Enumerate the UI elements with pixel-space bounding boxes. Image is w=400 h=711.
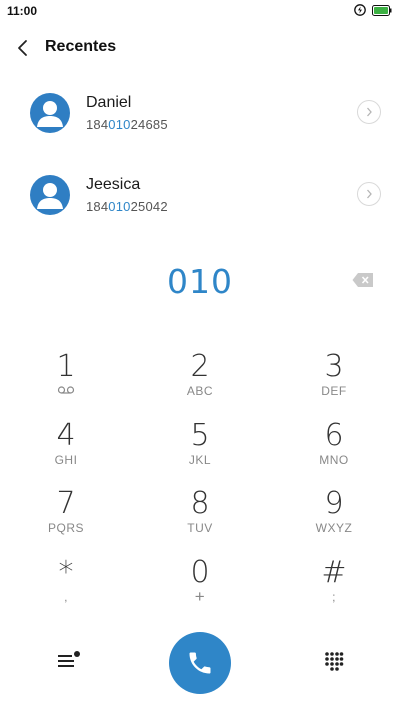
header: Recentes [0, 30, 400, 66]
number-match-highlight: 010 [108, 117, 131, 132]
voicemail-label [21, 384, 111, 398]
key-digit: 5 [190, 418, 210, 453]
phone-icon [189, 652, 211, 674]
key-letters: DEF [321, 384, 347, 398]
avatar [30, 175, 70, 215]
back-button[interactable] [12, 37, 34, 59]
key-letters: GHI [54, 453, 78, 467]
key-digit: 8 [190, 486, 210, 521]
key-star[interactable]: * , [21, 556, 111, 616]
dialpad-toggle-button[interactable] [324, 651, 344, 671]
contact-row-jeesica[interactable]: Jeesica 18401025042 [0, 175, 400, 235]
key-2[interactable]: 2 ABC [155, 350, 245, 410]
call-button[interactable] [169, 632, 231, 694]
key-letters: ABC [186, 384, 214, 398]
dialed-number: 010 [167, 262, 233, 301]
key-letters: , [64, 590, 68, 604]
key-1[interactable]: 1 [21, 350, 111, 410]
status-bar: 11:00 [0, 0, 400, 22]
voicemail-icon [57, 386, 75, 394]
backspace-icon [352, 273, 373, 287]
avatar [30, 93, 70, 133]
key-6[interactable]: 6 MNO [289, 419, 379, 479]
key-letters: MNO [319, 453, 349, 467]
key-letters: JKL [188, 453, 212, 467]
chevron-right-icon [367, 189, 372, 199]
key-9[interactable]: 9 WXYZ [289, 487, 379, 547]
battery-icon [372, 4, 392, 16]
key-digit: 7 [56, 486, 76, 521]
key-digit: 6 [324, 418, 344, 453]
page-title: Recentes [45, 38, 117, 55]
contact-details-button[interactable] [357, 182, 381, 206]
key-letters: ; [332, 590, 336, 604]
number-match-highlight: 010 [108, 199, 131, 214]
key-7[interactable]: 7 PQRS [21, 487, 111, 547]
key-digit: * [58, 555, 74, 590]
key-digit: 0 [190, 555, 210, 590]
menu-button[interactable] [56, 650, 82, 672]
contact-name: Daniel [86, 94, 132, 111]
key-letters: TUV [187, 521, 213, 535]
back-icon [18, 40, 27, 56]
menu-icon [58, 651, 80, 667]
keypad-icon [325, 652, 344, 671]
key-8[interactable]: 8 TUV [155, 487, 245, 547]
person-icon [37, 183, 63, 209]
key-digit: 3 [324, 349, 344, 384]
key-digit: # [321, 555, 347, 590]
status-icons [354, 4, 392, 16]
person-icon [37, 101, 63, 127]
key-5[interactable]: 5 JKL [155, 419, 245, 479]
key-4[interactable]: 4 GHI [21, 419, 111, 479]
key-hash[interactable]: # ; [289, 556, 379, 616]
key-digit: 1 [56, 349, 76, 384]
contact-row-daniel[interactable]: Daniel 18401024685 [0, 93, 400, 153]
contact-name: Jeesica [86, 176, 141, 193]
charging-icon [354, 4, 366, 16]
key-letters: + [194, 587, 206, 606]
key-digit: 9 [324, 486, 344, 521]
key-digit: 2 [190, 349, 210, 384]
contact-number: 18401025042 [86, 199, 168, 214]
contact-details-button[interactable] [357, 100, 381, 124]
key-digit: 4 [56, 418, 76, 453]
status-time: 11:00 [7, 4, 38, 18]
key-letters: PQRS [47, 521, 84, 535]
chevron-right-icon [367, 107, 372, 117]
contact-number: 18401024685 [86, 117, 168, 132]
backspace-button[interactable] [352, 272, 374, 288]
key-0[interactable]: 0 + [155, 556, 245, 616]
key-letters: WXYZ [315, 521, 353, 535]
key-3[interactable]: 3 DEF [289, 350, 379, 410]
